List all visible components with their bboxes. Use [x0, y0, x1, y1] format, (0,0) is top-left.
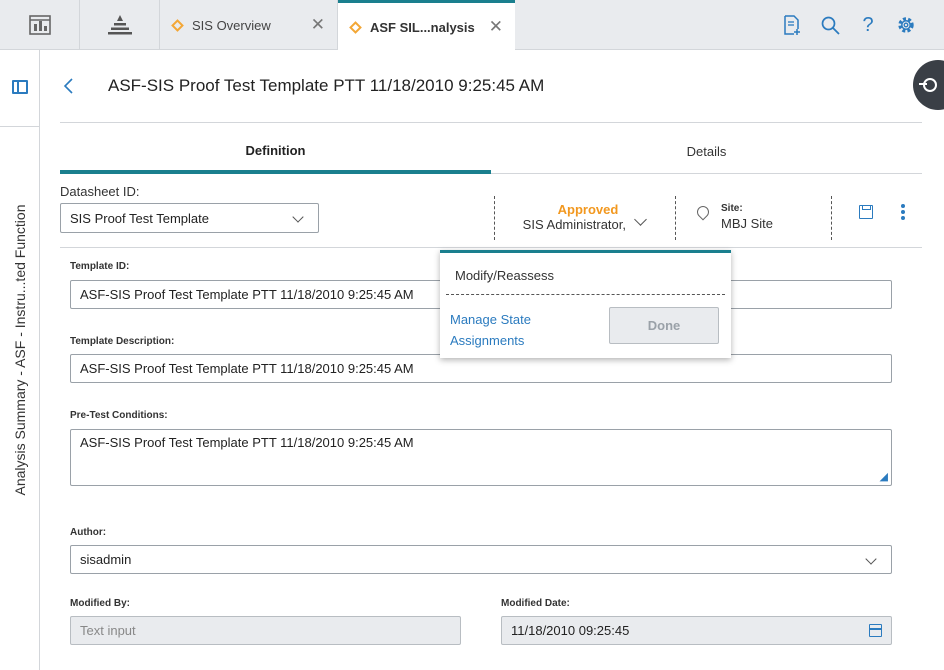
datasheet-label: Datasheet ID:	[60, 184, 140, 199]
template-description-label: Template Description:	[70, 336, 175, 347]
chevron-down-icon	[865, 553, 877, 565]
popover-divider	[446, 294, 725, 295]
rail-divider	[0, 126, 40, 127]
tab-label: SIS Overview	[192, 17, 271, 33]
pre-test-conditions-label: Pre-Test Conditions:	[70, 410, 168, 421]
gear-icon	[898, 17, 914, 33]
state-status[interactable]: Approved	[496, 202, 680, 217]
close-icon[interactable]: ✕	[311, 15, 325, 35]
back-button[interactable]	[62, 76, 74, 102]
template-id-label: Template ID:	[70, 261, 130, 272]
sis-diamond-icon	[349, 20, 362, 34]
panel-toggle-icon[interactable]	[12, 80, 28, 94]
author-label: Author:	[70, 527, 107, 538]
template-id-value: ASF-SIS Proof Test Template PTT 11/18/20…	[80, 287, 414, 302]
header-divider	[60, 122, 922, 123]
site-value: MBJ Site	[721, 216, 774, 231]
state-user: SIS Administrator,	[522, 217, 626, 232]
tab-sis-overview[interactable]: SIS Overview ✕	[160, 0, 338, 50]
datasheet-select[interactable]: SIS Proof Test Template	[60, 203, 319, 233]
side-panel-button[interactable]	[913, 60, 944, 110]
modified-by-label: Modified By:	[70, 598, 130, 609]
toolbar-right: ?	[773, 0, 925, 50]
hierarchy-icon	[107, 15, 132, 35]
sis-diamond-icon	[171, 18, 184, 32]
calendar-icon[interactable]	[869, 624, 882, 637]
save-icon[interactable]	[859, 205, 873, 219]
pre-test-conditions-textarea[interactable]: ASF-SIS Proof Test Template PTT 11/18/20…	[70, 429, 892, 486]
rail-title[interactable]: Analysis Summary - ASF - Instru...ted Fu…	[12, 190, 28, 510]
divider	[831, 196, 832, 240]
top-tab-bar: SIS Overview ✕ ASF SIL...nalysis ✕ ?	[0, 0, 944, 51]
template-description-input[interactable]: ASF-SIS Proof Test Template PTT 11/18/20…	[70, 354, 892, 383]
manage-state-assignments-link[interactable]: Manage State Assignments	[450, 309, 560, 351]
close-icon[interactable]: ✕	[489, 17, 503, 37]
modified-date-input[interactable]: 11/18/2010 09:25:45	[501, 616, 892, 645]
divider	[675, 196, 676, 240]
asset-hierarchy-button[interactable]	[80, 0, 160, 50]
chevron-left-icon	[63, 78, 73, 94]
search-icon	[821, 16, 840, 35]
modified-by-input[interactable]: Text input	[70, 616, 461, 645]
new-record-button[interactable]	[773, 0, 811, 50]
tab-label: Details	[686, 144, 727, 159]
help-button[interactable]: ?	[849, 0, 887, 50]
modified-by-placeholder: Text input	[80, 623, 136, 638]
row-divider	[60, 247, 922, 248]
tab-label: ASF SIL...nalysis	[370, 19, 475, 35]
datasheet-value: SIS Proof Test Template	[70, 210, 209, 226]
dashboard-button[interactable]	[0, 0, 80, 50]
chevron-down-icon	[292, 211, 304, 223]
panel-open-icon	[919, 78, 937, 92]
resize-handle-icon[interactable]: ◢	[880, 470, 888, 483]
state-popover: Modify/Reassess Manage State Assignments…	[440, 250, 731, 358]
divider	[494, 196, 495, 240]
search-button[interactable]	[811, 0, 849, 50]
site-label: Site:	[721, 203, 743, 214]
settings-button[interactable]	[887, 0, 925, 50]
tab-details[interactable]: Details	[491, 130, 922, 174]
template-description-value: ASF-SIS Proof Test Template PTT 11/18/20…	[80, 361, 414, 376]
author-select[interactable]: sisadmin	[70, 545, 892, 574]
done-button[interactable]: Done	[609, 307, 719, 344]
tab-definition[interactable]: Definition	[60, 130, 491, 174]
popover-title: Modify/Reassess	[455, 268, 554, 283]
help-icon: ?	[862, 13, 874, 36]
modified-date-label: Modified Date:	[501, 598, 570, 609]
pre-test-conditions-value: ASF-SIS Proof Test Template PTT 11/18/20…	[80, 435, 414, 450]
document-add-icon	[784, 15, 800, 35]
left-rail: Analysis Summary - ASF - Instru...ted Fu…	[0, 50, 40, 670]
tab-asf-sil-analysis[interactable]: ASF SIL...nalysis ✕	[338, 0, 515, 51]
location-pin-icon	[694, 203, 712, 221]
author-value: sisadmin	[80, 552, 132, 567]
tab-label: Definition	[245, 142, 306, 158]
more-options-icon[interactable]	[900, 204, 906, 220]
dashboard-icon	[28, 15, 51, 35]
modified-date-value: 11/18/2010 09:25:45	[511, 623, 630, 638]
page-title: ASF-SIS Proof Test Template PTT 11/18/20…	[108, 76, 545, 95]
